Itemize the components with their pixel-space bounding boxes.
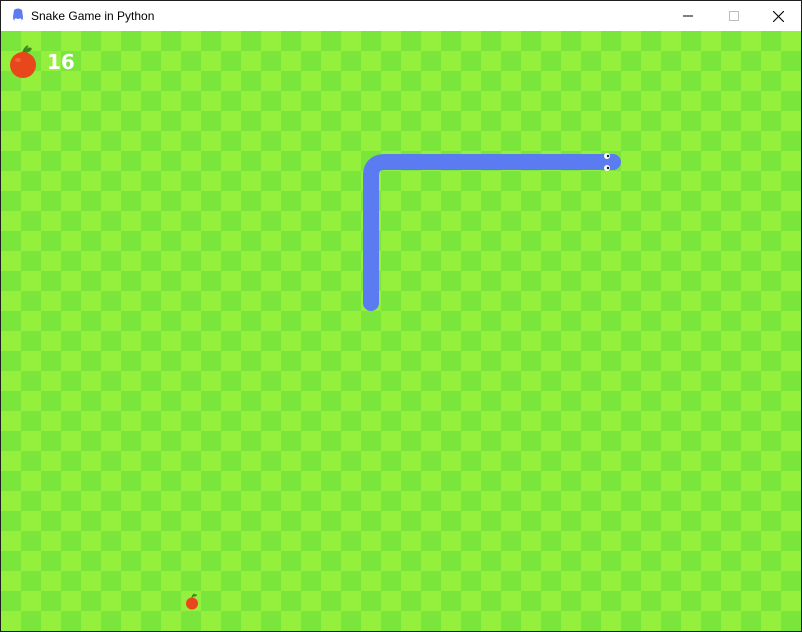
apple-icon <box>186 593 198 610</box>
window-title: Snake Game in Python <box>31 9 155 23</box>
snake-body <box>363 154 621 311</box>
title-bar[interactable]: Snake Game in Python <box>1 1 801 31</box>
close-button[interactable] <box>755 1 801 31</box>
maximize-button[interactable] <box>711 1 757 31</box>
snake <box>363 153 621 311</box>
game-board[interactable]: 16 <box>1 31 801 631</box>
minimize-button[interactable] <box>665 1 711 31</box>
game-window: Snake Game in Python 16 <box>0 0 802 632</box>
close-icon <box>772 10 784 22</box>
python-snake-icon <box>13 8 23 22</box>
maximize-icon <box>729 11 739 21</box>
minimize-icon <box>683 15 693 17</box>
